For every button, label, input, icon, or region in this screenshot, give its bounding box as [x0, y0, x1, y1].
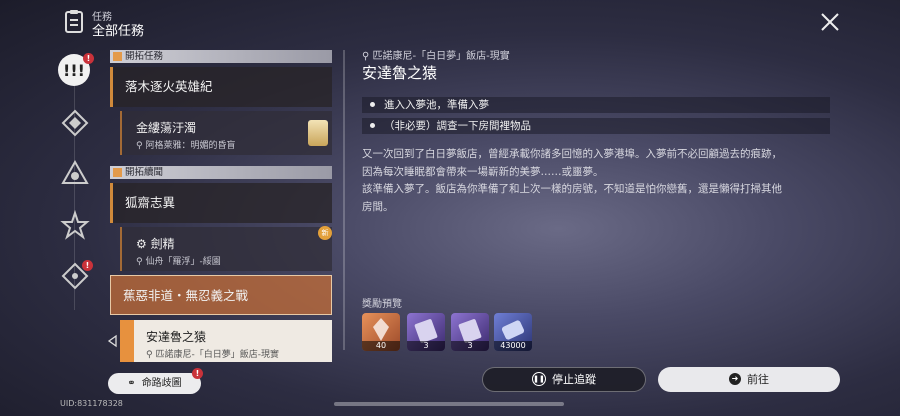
quest-location: ⚲ 阿格萊雅：明媚的昏盲: [136, 141, 236, 151]
quest-item[interactable]: 落木逐火英雄紀: [110, 67, 332, 107]
character-portrait: [308, 120, 328, 146]
quest-list[interactable]: 開拓任務 落木逐火英雄紀 金縷蕩汙濁 ⚲ 阿格萊雅：明媚的昏盲 開拓續聞 狐齋志…: [110, 48, 335, 362]
triangle-star-icon: [61, 159, 89, 184]
quest-title: 安達魯之猿: [146, 330, 207, 344]
go-button[interactable]: ➜ 前往: [658, 367, 840, 392]
quest-location: ⚲ 匹諾康尼-「白日夢」飯店-現實: [362, 51, 510, 62]
path-icon: ⚭: [127, 378, 136, 389]
reward-item[interactable]: 40: [362, 313, 400, 351]
selected-marker: [120, 320, 134, 362]
quest-item[interactable]: 金縷蕩汙濁 ⚲ 阿格萊雅：明媚的昏盲: [120, 111, 332, 155]
star-badge-icon: [60, 209, 90, 240]
objective-item: （非必要）調查一下房間裡物品: [362, 118, 830, 134]
rail-trailblaze[interactable]: [60, 108, 90, 138]
rail-adventure[interactable]: [60, 209, 90, 240]
quest-item[interactable]: 狐齋志異: [110, 183, 332, 223]
notification-badge: !: [192, 368, 203, 379]
category-header: 開拓續聞: [110, 166, 332, 179]
path-map-button[interactable]: ⚭ 命路歧圖 !: [108, 368, 203, 394]
new-badge: 新: [318, 226, 332, 240]
quest-location: ⚲ 仙舟「羅浮」-綏園: [136, 257, 221, 267]
notification-badge: !: [83, 53, 94, 64]
quest-location: ⚲ 匹諾康尼-「白日夢」飯店-現實: [146, 350, 279, 360]
rail-daily[interactable]: !: [60, 260, 93, 291]
scrollbar[interactable]: [343, 50, 345, 350]
uid-label: UID:831178328: [60, 399, 123, 408]
notification-badge: !: [82, 260, 93, 271]
quest-description: 又一次回到了白日夢飯店，曾經承載你諸多回憶的入夢港埠。入夢前不必回顧過去的痕跡，…: [362, 148, 782, 213]
tracking-pointer-icon: [107, 334, 117, 348]
quest-title: ⚙ 劍精: [136, 237, 175, 251]
quest-title: 金縷蕩汙濁: [136, 121, 197, 135]
page-title: 全部任務: [92, 24, 145, 39]
rewards-label: 獎勵預覽: [362, 299, 402, 310]
quest-detail-title: 安達魯之猿: [362, 64, 438, 82]
quest-item[interactable]: ⚙ 劍精 ⚲ 仙舟「羅浮」-綏園 新: [120, 226, 332, 271]
reward-item[interactable]: 3: [407, 313, 445, 351]
close-icon[interactable]: [818, 10, 842, 34]
objective-item: 進入入夢池，準備入夢: [362, 97, 830, 113]
quest-item-selected[interactable]: 安達魯之猿 ⚲ 匹諾康尼-「白日夢」飯店-現實: [120, 320, 332, 362]
rail-companion[interactable]: [60, 158, 90, 188]
arrow-right-icon: ➜: [729, 373, 741, 385]
reward-item[interactable]: 43000: [494, 313, 532, 351]
diamond-star-icon: [61, 109, 89, 137]
stop-tracking-button[interactable]: ❚❚ 停止追蹤: [482, 367, 646, 392]
quest-item[interactable]: 蕉惡非道・無忍義之戰: [110, 275, 332, 315]
svg-text:!!!: !!!: [63, 61, 85, 80]
category-header: 開拓任務: [110, 50, 332, 63]
clipboard-icon: [65, 10, 83, 33]
home-indicator: [334, 402, 564, 406]
pause-icon: ❚❚: [532, 372, 546, 386]
reward-item[interactable]: 3: [451, 313, 489, 351]
rail-all-quests[interactable]: !!! !: [57, 53, 94, 87]
